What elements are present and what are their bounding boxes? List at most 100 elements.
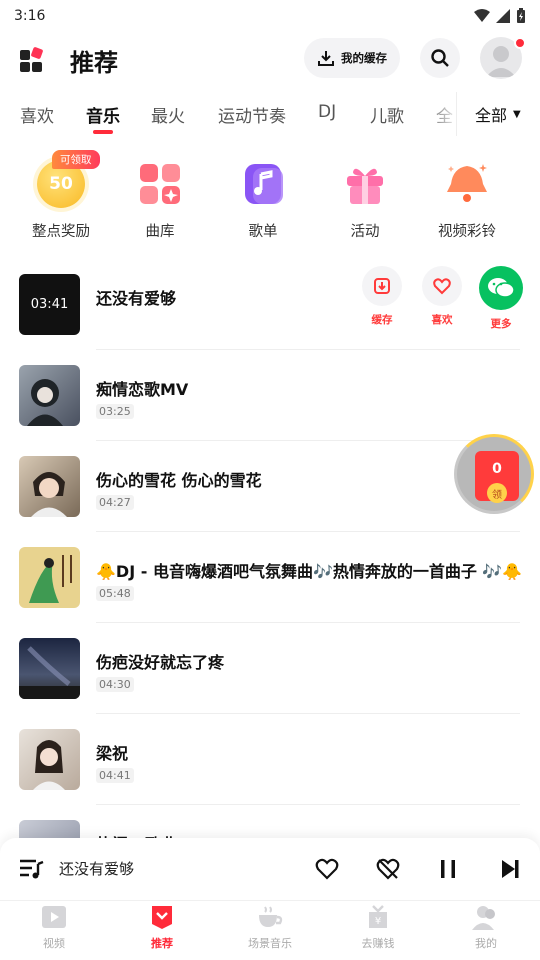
red-packet-claim: 领	[487, 483, 507, 503]
shortcut-playlists[interactable]: 歌单	[218, 160, 308, 241]
bottom-nav: 视频 推荐 场景音乐 ¥ 去赚钱 我的	[0, 900, 540, 960]
wechat-icon	[488, 278, 515, 298]
cache-label: 缓存	[371, 314, 393, 326]
nav-earn-money[interactable]: ¥ 去赚钱	[338, 903, 418, 951]
app-header: 推荐 我的缓存	[0, 32, 540, 88]
song-cover[interactable]	[19, 547, 80, 608]
mini-player[interactable]: 还没有爱够	[0, 838, 540, 900]
song-cover[interactable]	[19, 365, 80, 426]
shortcut-label: 曲库	[145, 224, 175, 240]
bell-icon	[443, 160, 491, 208]
pause-button[interactable]	[434, 855, 462, 883]
nav-video[interactable]: 视频	[14, 903, 94, 951]
active-tab-indicator	[93, 130, 113, 134]
heart-icon	[433, 278, 451, 295]
song-row[interactable]: 痴情恋歌MV 03:25	[0, 351, 540, 441]
nav-label: 推荐	[151, 937, 173, 950]
row-divider	[96, 531, 520, 532]
tab-workout-rhythm[interactable]: 运动节奏	[218, 102, 286, 127]
gift-icon	[341, 160, 389, 208]
nav-label: 视频	[43, 937, 65, 950]
svg-text:¥: ¥	[375, 916, 381, 927]
nav-mine[interactable]: 我的	[446, 903, 526, 951]
row-divider	[96, 713, 520, 714]
battery-icon	[517, 8, 525, 23]
song-title: 痴情恋歌MV	[96, 380, 189, 399]
song-row[interactable]: 🐥DJ - 电音嗨爆酒吧气氛舞曲🎶热情奔放的一首曲子 🎶🐥 05:48	[0, 533, 540, 623]
search-icon	[431, 49, 449, 67]
shortcut-video-ringtone[interactable]: 视频彩铃	[422, 160, 512, 241]
song-title: 伤心的雪花 伤心的雪花	[96, 471, 262, 490]
status-icons	[474, 8, 526, 24]
red-packet-icon: 0 领	[475, 451, 519, 503]
nav-label: 我的	[475, 937, 497, 950]
player-dislike-button[interactable]	[374, 855, 402, 883]
song-duration: 05:48	[96, 586, 134, 601]
nav-recommend[interactable]: 推荐	[122, 903, 202, 951]
status-bar: 3:16	[0, 0, 540, 32]
shortcut-label: 歌单	[248, 224, 278, 240]
signal-icon	[496, 9, 510, 23]
playlist-icon	[239, 160, 287, 208]
download-icon	[318, 51, 334, 66]
like-label: 喜欢	[431, 314, 453, 326]
all-categories-label: 全部	[475, 106, 508, 125]
song-row[interactable]: 03:41 还没有爱够 缓存 喜欢 更多	[0, 260, 540, 350]
tab-kids-songs[interactable]: 儿歌	[370, 102, 404, 127]
cache-song-button[interactable]: 缓存	[360, 266, 404, 327]
tab-music[interactable]: 音乐	[86, 102, 120, 127]
song-duration: 04:41	[96, 768, 134, 783]
wifi-icon	[474, 9, 490, 22]
search-button[interactable]	[420, 38, 460, 78]
song-row[interactable]: 梁祝 04:41	[0, 715, 540, 805]
shortcut-hourly-reward[interactable]: 50 整点奖励	[16, 160, 106, 241]
song-duration: 03:25	[96, 404, 134, 419]
page-title: 推荐	[70, 48, 118, 77]
more-share-button[interactable]: 更多	[479, 266, 523, 331]
coffee-cup-icon	[256, 903, 284, 931]
category-tabs: 喜欢 音乐 最火 运动节奏 DJ 儿歌 全 全部 ▼	[0, 92, 540, 136]
heart-outline-icon	[315, 858, 339, 880]
download-box-icon	[374, 278, 390, 294]
song-title: 🐥DJ - 电音嗨爆酒吧气氛舞曲🎶热情奔放的一首曲子 🎶🐥	[96, 562, 523, 581]
caret-down-icon: ▼	[513, 108, 521, 120]
playlist-queue-icon	[20, 859, 44, 879]
claimable-badge: 可领取	[52, 150, 100, 169]
song-cover[interactable]	[19, 638, 80, 699]
song-cover[interactable]	[19, 456, 80, 517]
song-title: 梁祝	[96, 744, 129, 763]
tab-hottest[interactable]: 最火	[151, 102, 185, 127]
my-cache-button[interactable]: 我的缓存	[304, 38, 400, 78]
app-logo-icon	[18, 46, 46, 74]
player-like-button[interactable]	[313, 855, 341, 883]
tab-dj[interactable]: DJ	[318, 102, 336, 122]
heart-crossed-icon	[376, 858, 400, 880]
shortcut-events[interactable]: 活动	[320, 160, 410, 241]
nav-label: 场景音乐	[248, 937, 292, 950]
next-track-button[interactable]	[496, 855, 524, 883]
nav-scene-music[interactable]: 场景音乐	[230, 903, 310, 951]
recommend-icon	[148, 903, 176, 931]
my-cache-label: 我的缓存	[341, 51, 387, 65]
song-cover[interactable]: 03:41	[19, 274, 80, 335]
song-cover[interactable]	[19, 729, 80, 790]
floating-red-packet[interactable]: 0 领	[454, 434, 534, 514]
row-divider	[96, 349, 520, 350]
row-divider	[96, 622, 520, 623]
tab-fade	[424, 92, 460, 136]
song-title: 伤疤没好就忘了疼	[96, 653, 225, 672]
song-duration: 04:27	[96, 495, 134, 510]
more-label: 更多	[490, 318, 512, 330]
row-divider	[96, 804, 520, 805]
song-row[interactable]: 伤疤没好就忘了疼 04:30	[0, 624, 540, 714]
tab-favorites[interactable]: 喜欢	[20, 102, 54, 127]
status-time: 3:16	[14, 8, 46, 24]
money-bag-icon: ¥	[364, 903, 392, 931]
playlist-queue-button[interactable]	[18, 855, 46, 883]
notification-dot	[514, 37, 526, 49]
like-song-button[interactable]: 喜欢	[420, 266, 464, 327]
shortcut-row: 50 整点奖励 可领取 曲库 歌单 活动 视频彩铃	[0, 150, 540, 250]
shortcut-music-library[interactable]: 曲库	[115, 160, 205, 241]
music-library-icon	[136, 160, 184, 208]
all-categories-button[interactable]: 全部 ▼	[456, 92, 540, 136]
